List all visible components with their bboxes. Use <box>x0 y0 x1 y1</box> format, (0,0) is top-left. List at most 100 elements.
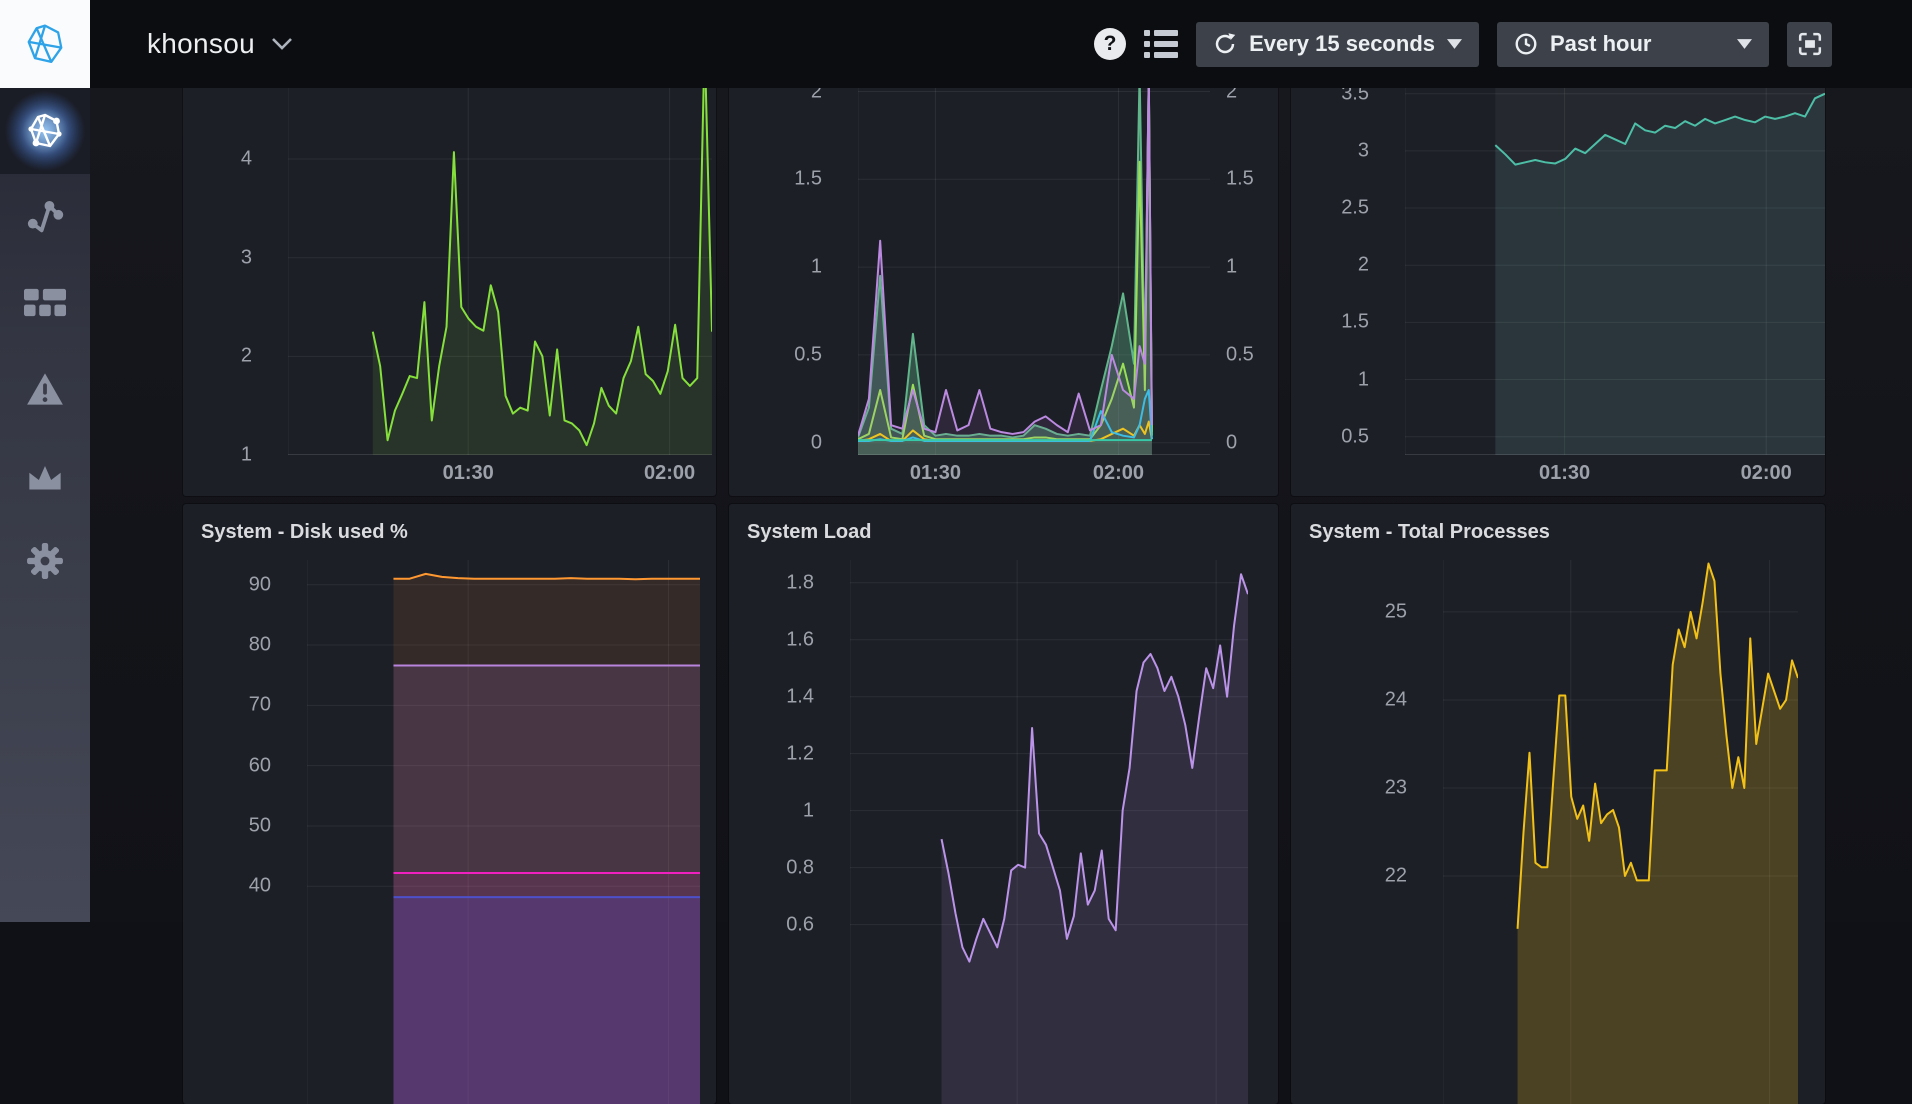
y-axis: 1.8 1.6 1.4 1.2 1 0.8 0.6 <box>729 560 850 1104</box>
gear-icon <box>26 542 64 580</box>
x-axis: 01:30 02:00 <box>288 455 712 496</box>
time-series-plot[interactable] <box>850 560 1248 1104</box>
alert-triangle-icon <box>26 371 64 407</box>
panel-system-disk-used: System - Disk used % 90 80 70 60 50 40 <box>183 504 716 1104</box>
y-tick-label: 1 <box>1358 368 1369 391</box>
refresh-interval-label: Every 15 seconds <box>1249 31 1435 57</box>
y-tick-label: 1.4 <box>786 685 814 708</box>
x-tick-label: 02:00 <box>1741 462 1792 485</box>
y-tick-label: 2 <box>1358 254 1369 277</box>
panel-row-2: System - Disk used % 90 80 70 60 50 40 System… <box>183 504 1825 1104</box>
panel-system-total-processes: System - Total Processes 25 24 23 22 <box>1291 504 1825 1104</box>
y-tick-label: 0 <box>811 431 822 454</box>
y-axis-right: 21.510.50 <box>1210 88 1278 455</box>
y-tick-label: 4 <box>241 148 252 171</box>
y-axis: 90 80 70 60 50 40 <box>183 560 307 1104</box>
help-button[interactable]: ? <box>1094 28 1126 60</box>
time-range-dropdown[interactable]: Past hour <box>1497 22 1769 67</box>
fullscreen-icon <box>1798 32 1822 56</box>
panel-row1-col2: 21.510.50 21.510.50 01:3002:00 <box>729 88 1278 496</box>
cycle-view-mode-button[interactable] <box>1787 22 1832 67</box>
grafana-network-icon <box>25 111 65 151</box>
dashboard-grid-icon <box>24 288 66 318</box>
panel-list-button[interactable] <box>1144 30 1178 58</box>
y-tick-label: 0.6 <box>786 913 814 936</box>
x-tick-label: 01:30 <box>1539 462 1590 485</box>
y-tick-label: 25 <box>1385 600 1407 623</box>
y-tick-label: 2.5 <box>1341 197 1369 220</box>
panel-title[interactable]: System - Total Processes <box>1291 504 1825 560</box>
y-tick-label: 0.5 <box>1226 343 1254 366</box>
y-tick-label: 1 <box>811 256 822 279</box>
dashboard-canvas: 4321 01:30 02:00 2 1.5 1 0.5 0 2 1.5 1 0.5 0 01:3… <box>90 88 1912 922</box>
panel-system-load: System Load 1.8 1.6 1.4 1.2 1 0.8 0.6 <box>729 504 1278 1104</box>
x-axis: 01:30 02:00 <box>1405 455 1825 496</box>
sidebar-item-configuration[interactable] <box>0 518 90 604</box>
y-axis: 4321 <box>183 88 288 455</box>
y-tick-label: 1.8 <box>786 571 814 594</box>
x-tick-label: 02:00 <box>644 462 695 485</box>
crown-icon <box>26 459 64 491</box>
y-axis-left: 21.510.50 <box>729 88 858 455</box>
dashboard-title-picker[interactable]: khonsou <box>147 28 293 60</box>
y-axis: 25 24 23 22 <box>1291 560 1443 1104</box>
y-tick-label: 0 <box>1226 431 1237 454</box>
metrics-zigzag-icon <box>25 197 65 237</box>
chevron-down-icon <box>271 37 293 51</box>
y-tick-label: 80 <box>249 634 271 657</box>
y-tick-label: 1.5 <box>1226 168 1254 191</box>
app-logo-icon <box>24 23 66 65</box>
y-tick-label: 40 <box>249 875 271 898</box>
x-tick-label: 02:00 <box>1093 462 1144 485</box>
time-series-plot[interactable] <box>307 560 700 1104</box>
y-axis: 3.532.521.510.5 <box>1291 88 1405 455</box>
x-tick-label: 01:30 <box>910 462 961 485</box>
refresh-icon <box>1213 32 1237 56</box>
y-tick-label: 60 <box>249 754 271 777</box>
panel-row1-col3: 3.532.521.510.5 01:3002:00 <box>1291 88 1825 496</box>
time-range-label: Past hour <box>1550 31 1651 57</box>
panel-row-1: 4321 01:30 02:00 2 1.5 1 0.5 0 2 1.5 1 0.5 0 01:3… <box>183 88 1825 496</box>
sidebar-item-dashboard-active[interactable] <box>0 88 90 174</box>
y-tick-label: 1 <box>241 444 252 467</box>
panel-title[interactable]: System Load <box>729 504 1278 560</box>
y-tick-label: 1.5 <box>794 168 822 191</box>
sidebar-item-dashboards[interactable] <box>0 260 90 346</box>
caret-down-icon <box>1737 39 1752 49</box>
time-series-plot[interactable] <box>1405 88 1825 455</box>
time-series-plot[interactable] <box>288 88 712 455</box>
y-tick-label: 0.5 <box>1341 425 1369 448</box>
refresh-interval-dropdown[interactable]: Every 15 seconds <box>1196 22 1479 67</box>
help-glyph: ? <box>1104 32 1117 56</box>
y-tick-label: 24 <box>1385 688 1407 711</box>
y-tick-label: 23 <box>1385 776 1407 799</box>
y-tick-label: 1.2 <box>786 742 814 765</box>
y-tick-label: 1.5 <box>1341 311 1369 334</box>
navbar-controls: ? Every 15 seconds Past hour <box>1094 22 1912 67</box>
y-tick-label: 70 <box>249 694 271 717</box>
caret-down-icon <box>1447 39 1462 49</box>
y-tick-label: 22 <box>1385 865 1407 888</box>
panel-row1-col1: 4321 01:30 02:00 <box>183 88 716 496</box>
y-tick-label: 2 <box>241 345 252 368</box>
y-tick-label: 1.6 <box>786 628 814 651</box>
y-tick-label: 3 <box>1358 139 1369 162</box>
left-sidebar <box>0 88 90 922</box>
y-tick-label: 1 <box>803 799 814 822</box>
y-tick-label: 50 <box>249 814 271 837</box>
x-axis: 01:30 02:00 <box>858 455 1210 496</box>
x-tick-label: 01:30 <box>443 462 494 485</box>
sidebar-item-alerting[interactable] <box>0 346 90 432</box>
list-icon <box>1144 30 1178 58</box>
y-tick-label: 90 <box>249 573 271 596</box>
sidebar-item-explore[interactable] <box>0 174 90 260</box>
top-navbar: khonsou ? Every 15 seconds <box>0 0 1912 88</box>
panel-title[interactable]: System - Disk used % <box>183 504 716 560</box>
sidebar-item-crown[interactable] <box>0 432 90 518</box>
y-tick-label: 1 <box>1226 256 1237 279</box>
app-logo-button[interactable] <box>0 0 90 88</box>
y-tick-label: 0.5 <box>794 343 822 366</box>
time-series-plot[interactable] <box>1443 560 1798 1104</box>
time-series-plot[interactable] <box>858 88 1210 455</box>
y-tick-label: 0.8 <box>786 856 814 879</box>
